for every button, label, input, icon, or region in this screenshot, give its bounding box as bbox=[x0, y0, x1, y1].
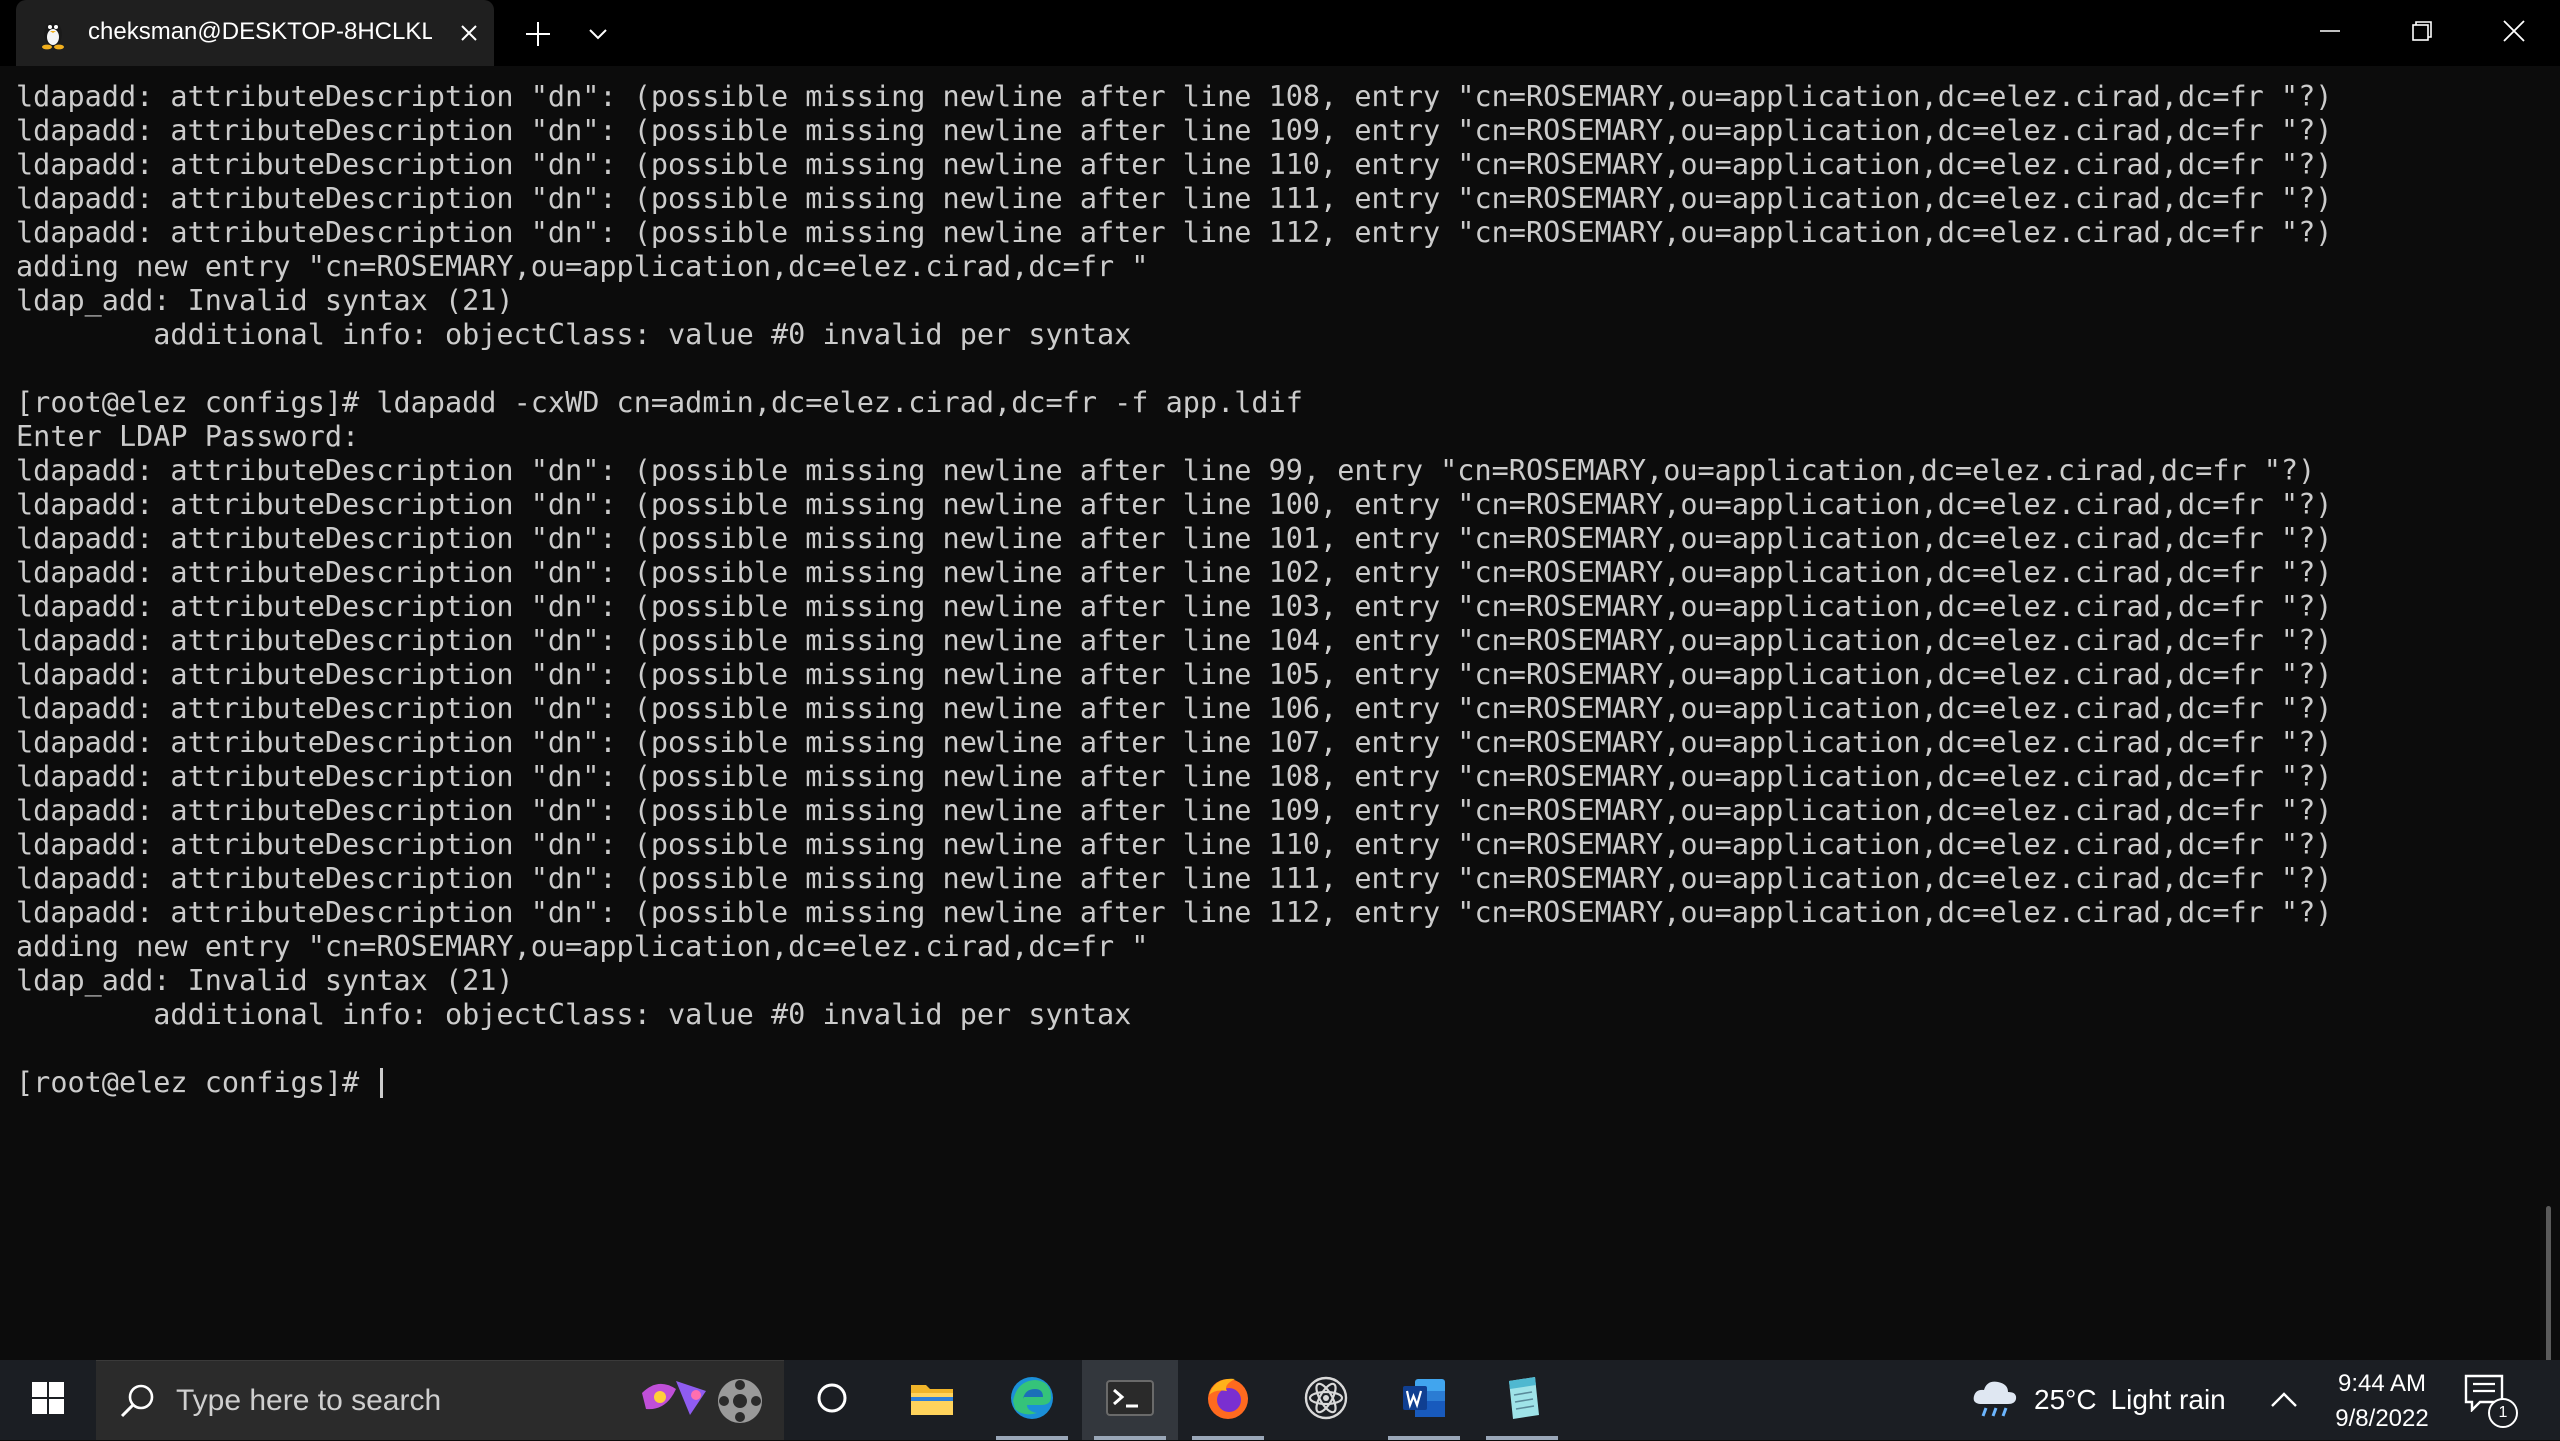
atom-icon bbox=[1302, 1374, 1350, 1427]
running-indicator bbox=[1486, 1436, 1558, 1440]
terminal-output-area[interactable]: ldapadd: attributeDescription "dn": (pos… bbox=[0, 66, 2560, 1360]
cortana-circle-icon bbox=[815, 1381, 849, 1420]
weather-temperature: 25°C bbox=[2034, 1384, 2097, 1415]
terminal-lines: ldapadd: attributeDescription "dn": (pos… bbox=[16, 80, 2332, 1100]
taskbar-windows-terminal[interactable] bbox=[1082, 1360, 1178, 1440]
terminal-line: ldapadd: attributeDescription "dn": (pos… bbox=[16, 556, 2333, 589]
terminal-line: ldapadd: attributeDescription "dn": (pos… bbox=[16, 692, 2333, 725]
notepad-icon bbox=[1499, 1375, 1545, 1426]
chevron-up-icon[interactable] bbox=[2264, 1380, 2304, 1420]
terminal-line: ldapadd: attributeDescription "dn": (pos… bbox=[16, 114, 2333, 147]
taskbar-atom[interactable] bbox=[1278, 1360, 1374, 1440]
clock-time: 9:44 AM bbox=[2337, 1370, 2427, 1397]
taskbar-edge[interactable] bbox=[984, 1360, 1080, 1440]
terminal-line: ldapadd: attributeDescription "dn": (pos… bbox=[16, 862, 2333, 895]
weather-widget[interactable]: 25°C Light rain bbox=[1970, 1360, 2226, 1440]
terminal-line: ldapadd: attributeDescription "dn": (pos… bbox=[16, 726, 2333, 759]
title-bar: cheksman@DESKTOP-8HCLKL bbox=[0, 0, 2560, 66]
taskbar: 25°C Light rain 9:44 AM 9/8/2022 1 bbox=[0, 1360, 2560, 1441]
folder-icon bbox=[910, 1379, 954, 1422]
terminal-line: ldapadd: attributeDescription "dn": (pos… bbox=[16, 896, 2333, 929]
terminal-line: ldapadd: attributeDescription "dn": (pos… bbox=[16, 80, 2333, 113]
notification-count-badge: 1 bbox=[2488, 1398, 2518, 1428]
taskbar-search-box[interactable] bbox=[96, 1360, 784, 1441]
taskbar-cortana[interactable] bbox=[784, 1360, 880, 1440]
word-icon bbox=[1401, 1377, 1447, 1424]
terminal-line: Enter LDAP Password: bbox=[16, 420, 360, 453]
chevron-down-icon[interactable] bbox=[578, 14, 618, 54]
terminal-line: ldapadd: attributeDescription "dn": (pos… bbox=[16, 488, 2333, 521]
action-center-button[interactable]: 1 bbox=[2464, 1374, 2522, 1428]
running-indicator bbox=[1192, 1436, 1264, 1440]
tab-title: cheksman@DESKTOP-8HCLKL bbox=[88, 18, 432, 45]
weather-condition: Light rain bbox=[2110, 1384, 2226, 1415]
prompt-text: [root@elez configs]# bbox=[16, 1066, 377, 1099]
linux-tux-icon bbox=[36, 16, 70, 50]
text-cursor bbox=[380, 1068, 384, 1098]
rain-cloud-icon bbox=[1970, 1376, 2020, 1425]
terminal-line: adding new entry "cn=ROSEMARY,ou=applica… bbox=[16, 250, 1149, 283]
terminal-line: adding new entry "cn=ROSEMARY,ou=applica… bbox=[16, 930, 1149, 963]
taskbar-word[interactable] bbox=[1376, 1360, 1472, 1440]
terminal-line: [root@elez configs]# ldapadd -cxWD cn=ad… bbox=[16, 386, 1303, 419]
taskbar-firefox[interactable] bbox=[1180, 1360, 1276, 1440]
close-window-icon[interactable] bbox=[2468, 0, 2560, 62]
terminal-line: ldapadd: attributeDescription "dn": (pos… bbox=[16, 454, 2316, 487]
start-button[interactable] bbox=[0, 1360, 96, 1440]
running-indicator bbox=[996, 1436, 1068, 1440]
minimize-icon[interactable] bbox=[2284, 0, 2376, 62]
terminal-line: ldap_add: Invalid syntax (21) bbox=[16, 284, 514, 317]
clock-date: 9/8/2022 bbox=[2335, 1405, 2429, 1432]
terminal-icon bbox=[1106, 1379, 1154, 1421]
terminal-line: ldapadd: attributeDescription "dn": (pos… bbox=[16, 148, 2333, 181]
new-tab-plus-icon[interactable] bbox=[518, 14, 558, 54]
terminal-line: ldapadd: attributeDescription "dn": (pos… bbox=[16, 760, 2333, 793]
close-tab-icon[interactable] bbox=[452, 16, 486, 50]
search-input[interactable] bbox=[176, 1361, 696, 1441]
terminal-line: ldapadd: attributeDescription "dn": (pos… bbox=[16, 590, 2333, 623]
terminal-line: ldapadd: attributeDescription "dn": (pos… bbox=[16, 658, 2333, 691]
terminal-line: additional info: objectClass: value #0 i… bbox=[16, 318, 1132, 351]
restore-icon[interactable] bbox=[2376, 0, 2468, 62]
terminal-line: ldapadd: attributeDescription "dn": (pos… bbox=[16, 216, 2333, 249]
terminal-line: ldapadd: attributeDescription "dn": (pos… bbox=[16, 828, 2333, 861]
terminal-line: additional info: objectClass: value #0 i… bbox=[16, 998, 1132, 1031]
terminal-line: ldapadd: attributeDescription "dn": (pos… bbox=[16, 794, 2333, 827]
firefox-icon bbox=[1205, 1375, 1251, 1426]
terminal-line: ldapadd: attributeDescription "dn": (pos… bbox=[16, 182, 2333, 215]
terminal-tab[interactable]: cheksman@DESKTOP-8HCLKL bbox=[16, 0, 494, 66]
windows-logo-icon bbox=[32, 1381, 64, 1419]
search-highlight-illustration-icon[interactable] bbox=[636, 1371, 772, 1431]
search-icon bbox=[118, 1381, 158, 1421]
terminal-line: ldapadd: attributeDescription "dn": (pos… bbox=[16, 522, 2333, 555]
edge-icon bbox=[1009, 1375, 1055, 1426]
active-indicator bbox=[1094, 1436, 1166, 1440]
taskbar-notepad[interactable] bbox=[1474, 1360, 1570, 1440]
running-indicator bbox=[1388, 1436, 1460, 1440]
terminal-prompt-line: [root@elez configs]# bbox=[16, 1066, 2332, 1100]
scrollbar-thumb[interactable] bbox=[2546, 1206, 2551, 1360]
taskbar-clock[interactable]: 9:44 AM 9/8/2022 bbox=[2320, 1366, 2444, 1436]
taskbar-file-explorer[interactable] bbox=[884, 1360, 980, 1440]
terminal-line: ldapadd: attributeDescription "dn": (pos… bbox=[16, 624, 2333, 657]
terminal-line: ldap_add: Invalid syntax (21) bbox=[16, 964, 514, 997]
